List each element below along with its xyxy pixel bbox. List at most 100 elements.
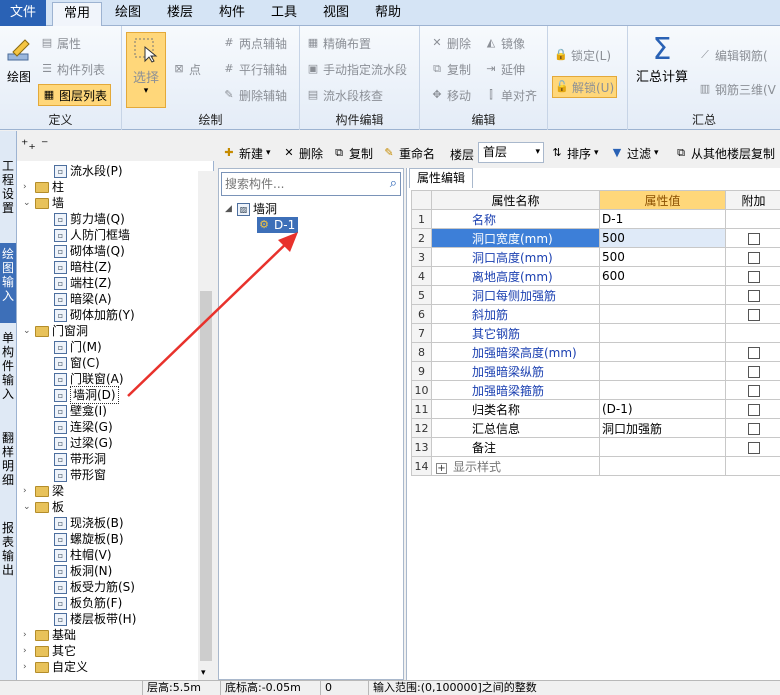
tree-item[interactable]: ⌄ 板 [23, 499, 64, 515]
table-row[interactable]: 1 名称 D-1 [411, 209, 780, 229]
property-value[interactable] [599, 380, 726, 400]
copy-button[interactable]: ⧉ 复制 [430, 58, 471, 80]
scroll-down-icon[interactable]: ▾ [201, 668, 206, 678]
property-value[interactable] [599, 437, 726, 457]
property-value[interactable]: 500 [599, 228, 726, 248]
table-row[interactable]: 6 斜加筋 [411, 304, 780, 324]
tree-item[interactable]: ⌄ 门窗洞 [23, 323, 88, 339]
table-row[interactable]: 9 加强暗梁纵筋 [411, 361, 780, 381]
collapse-icon[interactable]: ⌄ [23, 323, 32, 339]
tree-item[interactable]: ⌄ 墙 [23, 195, 64, 211]
tree-item[interactable]: › 柱 [23, 179, 64, 195]
tree-item[interactable]: ▫ 带形洞 [39, 451, 106, 467]
property-value[interactable] [599, 323, 726, 343]
table-row[interactable]: 2 洞口宽度(mm) 500 [411, 228, 780, 248]
tab-floor[interactable]: 楼层 [158, 2, 202, 26]
tree-item[interactable]: ▫ 剪力墙(Q) [39, 211, 125, 227]
tree-item[interactable]: › 自定义 [23, 659, 88, 675]
property-value[interactable]: 600 [599, 266, 726, 286]
floor-select[interactable]: 首层 ▾ [478, 142, 544, 163]
expand-icon[interactable]: › [23, 483, 32, 499]
tab-property-edit[interactable]: 属性编辑 [409, 168, 473, 188]
unlock-button[interactable]: 🔓 解锁(U) [552, 76, 618, 98]
properties-button[interactable]: ▤ 属性 [40, 32, 81, 54]
tree-item[interactable]: ▫ 暗梁(A) [39, 291, 112, 307]
extend-button[interactable]: ⇥ 延伸 [484, 58, 525, 80]
attach-checkbox[interactable] [747, 441, 760, 454]
tree-item[interactable]: ▫ 流水段(P) [39, 163, 123, 179]
summary-calc-button[interactable]: Σ 汇总计算 [632, 34, 692, 86]
tree-item[interactable]: ▫ 砌体加筋(Y) [39, 307, 135, 323]
tree-item[interactable]: ▫ 螺旋板(B) [39, 531, 124, 547]
property-value[interactable] [599, 342, 726, 362]
flow-check-button[interactable]: ▤ 流水段核查 [306, 84, 383, 106]
tree-item[interactable]: ▫ 板负筋(F) [39, 595, 122, 611]
search-input[interactable] [222, 173, 372, 195]
move-button[interactable]: ✥ 移动 [430, 84, 471, 106]
tree-item[interactable]: ▫ 过梁(G) [39, 435, 113, 451]
draw-button[interactable]: 绘图 [2, 36, 36, 85]
table-row[interactable]: 7 其它钢筋 [411, 323, 780, 343]
nav-draw-input[interactable]: 绘图输入 [0, 243, 16, 323]
single-align-button[interactable]: ⫿ 单对齐 [484, 84, 537, 106]
table-row[interactable]: 12 汇总信息 洞口加强筋 [411, 418, 780, 438]
attach-checkbox[interactable] [747, 251, 760, 264]
tree-item[interactable]: ▫ 楼层板带(H) [39, 611, 136, 627]
collapse-icon[interactable]: ⌄ [23, 195, 32, 211]
attach-checkbox[interactable] [747, 365, 760, 378]
nav-single-component[interactable]: 单构件输入 [0, 331, 16, 401]
precise-layout-button[interactable]: ▦ 精确布置 [306, 32, 371, 54]
property-value[interactable]: (D-1) [599, 399, 726, 419]
tree-item[interactable]: ▫ 人防门框墙 [39, 227, 130, 243]
tree-item[interactable]: ▫ 墙洞(D) [39, 386, 119, 404]
property-value[interactable] [599, 361, 726, 381]
tree-item[interactable]: › 梁 [23, 483, 64, 499]
tab-draw[interactable]: 绘图 [106, 2, 150, 26]
attach-checkbox[interactable] [747, 308, 760, 321]
property-value[interactable]: D-1 [599, 209, 726, 229]
tree-item[interactable]: ▫ 暗柱(Z) [39, 259, 112, 275]
expand-icon[interactable]: › [23, 179, 32, 195]
copy-from-floor-button[interactable]: ⧉ 从其他楼层复制 [674, 142, 775, 164]
property-value[interactable]: 500 [599, 247, 726, 267]
tree-scrollbar[interactable]: ▾ [198, 171, 214, 680]
attach-checkbox[interactable] [747, 270, 760, 283]
tree-item[interactable]: ▫ 连梁(G) [39, 419, 113, 435]
tree-item[interactable]: ▫ 板洞(N) [39, 563, 112, 579]
table-row[interactable]: 4 离地高度(mm) 600 [411, 266, 780, 286]
rename-button[interactable]: ✎ 重命名 [382, 142, 435, 164]
tree-item[interactable]: ▫ 窗(C) [39, 355, 100, 371]
attach-checkbox[interactable] [747, 422, 760, 435]
attach-checkbox[interactable] [747, 403, 760, 416]
tree-item[interactable]: ▫ 门(M) [39, 339, 102, 355]
delete-axis-button[interactable]: ✎ 删除辅轴 [222, 84, 287, 106]
tab-tools[interactable]: 工具 [262, 2, 306, 26]
table-row[interactable]: 11 归类名称 (D-1) [411, 399, 780, 419]
property-value[interactable] [599, 304, 726, 324]
search-icon[interactable]: ⌕ [390, 176, 397, 191]
tree-item[interactable]: ▫ 带形窗 [39, 467, 106, 483]
two-point-axis-button[interactable]: # 两点辅轴 [222, 32, 287, 54]
table-row[interactable]: 10 加强暗梁箍筋 [411, 380, 780, 400]
collapse-all-icon[interactable]: ⁻ [41, 137, 48, 153]
tab-view[interactable]: 视图 [314, 2, 358, 26]
tab-component[interactable]: 构件 [210, 2, 254, 26]
copy-component-button[interactable]: ⧉ 复制 [332, 142, 373, 164]
comp-tree-item[interactable]: ⚙ D-1 [257, 217, 299, 233]
nav-report[interactable]: 报表输出 [0, 521, 16, 577]
table-row[interactable]: 14 + 显示样式 [411, 456, 780, 476]
tree-item[interactable]: ▫ 柱帽(V) [39, 547, 112, 563]
rebar-3d-button[interactable]: ▥ 钢筋三维(V [698, 78, 776, 100]
table-row[interactable]: 5 洞口每侧加强筋 [411, 285, 780, 305]
tree-item[interactable]: ▫ 砌体墙(Q) [39, 243, 125, 259]
tree-item[interactable]: ▫ 壁龛(I) [39, 403, 107, 419]
manual-flow-button[interactable]: ▣ 手动指定流水段 [306, 58, 407, 80]
table-row[interactable]: 3 洞口高度(mm) 500 [411, 247, 780, 267]
property-value[interactable] [599, 456, 726, 476]
tree-item[interactable]: ▫ 端柱(Z) [39, 275, 112, 291]
tree-item[interactable]: ▫ 现浇板(B) [39, 515, 124, 531]
delete-button[interactable]: ✕ 删除 [430, 32, 471, 54]
delete-component-button[interactable]: ✕ 删除 [282, 142, 323, 164]
attach-checkbox[interactable] [747, 384, 760, 397]
expand-icon[interactable]: › [23, 659, 32, 675]
